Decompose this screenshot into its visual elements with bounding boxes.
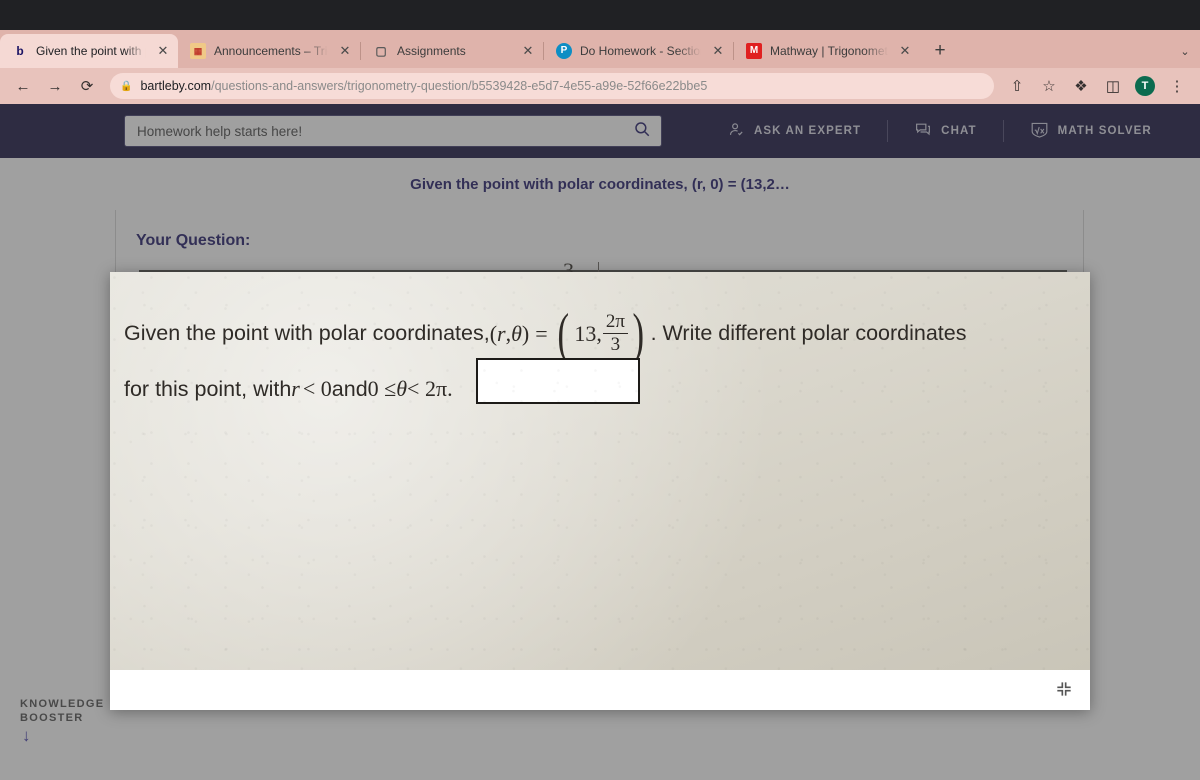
answer-input-box[interactable] (476, 358, 640, 404)
main-content: Your Question: 3 KNOWLEDGE BOOSTER ↓ ➤ ➤… (0, 104, 1200, 780)
line2-condition-2b: < 2π (407, 376, 448, 402)
tab-close-button[interactable]: ✕ (709, 42, 727, 60)
tab-close-button[interactable]: ✕ (896, 42, 914, 60)
tab-close-button[interactable]: ✕ (336, 42, 354, 60)
big-paren-open: ( (557, 303, 569, 365)
reload-button[interactable]: ⟳ (72, 71, 102, 101)
pearson-p-icon: P (556, 43, 572, 59)
forward-button[interactable]: → (40, 71, 70, 101)
line2-period: . (447, 376, 453, 402)
url-domain: bartleby.com (140, 79, 212, 93)
avatar-initial: T (1135, 76, 1155, 96)
line1-var-theta: θ (511, 321, 522, 347)
line2-condition-1: < 0 (302, 376, 332, 402)
fraction-denominator: 3 (610, 334, 621, 356)
browser-tab-2[interactable]: ▢ Assignments ✕ (361, 34, 543, 68)
line2-and: and (331, 376, 368, 401)
page-content: Homework help starts here! ASK AN E (0, 104, 1200, 780)
bookmark-star-icon[interactable]: ☆ (1034, 71, 1064, 101)
tab-close-button[interactable]: ✕ (519, 42, 537, 60)
browser-toolbar: ← → ⟳ 🔒 bartleby.com/questions-and-answe… (0, 68, 1200, 104)
share-icon[interactable]: ⇧ (1002, 71, 1032, 101)
question-image[interactable]: Given the point with polar coordinates, … (110, 272, 1090, 670)
tab-title: Assignments (397, 44, 466, 58)
tab-strip: b Given the point with polar coor ✕ ▦ An… (0, 30, 1200, 68)
bartleby-b-icon: b (16, 44, 24, 58)
mathway-m-icon: M (746, 43, 762, 59)
tab-close-button[interactable]: ✕ (154, 42, 172, 60)
line1-var-r: r (497, 321, 506, 347)
line2-var-theta: θ (396, 376, 408, 402)
address-bar-url: bartleby.com/questions-and-answers/trigo… (140, 79, 707, 93)
collapse-arrows-icon[interactable] (1054, 679, 1076, 701)
browser-tab-4[interactable]: M Mathway | Trigonometry Proble ✕ (734, 34, 920, 68)
line1-text-pre: Given the point with polar coordinates, (124, 321, 490, 346)
address-bar[interactable]: 🔒 bartleby.com/questions-and-answers/tri… (110, 73, 994, 99)
new-tab-button[interactable]: + (926, 37, 954, 65)
browser-tab-0[interactable]: b Given the point with polar coor ✕ (0, 34, 178, 68)
line2-condition-2a: 0 ≤ (367, 376, 397, 402)
line1-value: 13, (574, 321, 602, 347)
back-button[interactable]: ← (8, 71, 38, 101)
line1-paren-open: ( (489, 321, 498, 347)
tab-search-chevron-down-icon[interactable]: ⌄ (1170, 36, 1200, 66)
browser-window: b Given the point with polar coor ✕ ▦ An… (0, 0, 1200, 780)
lock-icon: 🔒 (120, 80, 133, 92)
tab-title: Announcements – Trigonometr (214, 44, 328, 58)
extensions-puzzle-icon[interactable]: ❖ (1066, 71, 1096, 101)
url-path: /questions-and-answers/trigonometry-ques… (211, 79, 708, 93)
browser-tab-1[interactable]: ▦ Announcements – Trigonometr ✕ (178, 34, 360, 68)
fraction-numerator: 2π (605, 311, 625, 332)
tab-title: Do Homework - Section 10.4 (580, 44, 701, 58)
profile-avatar[interactable]: T (1130, 71, 1160, 101)
toolbar-actions: ⇧ ☆ ❖ ◫ T ⋮ (1002, 71, 1192, 101)
fraction-2pi-over-3: 2π 3 (602, 311, 628, 356)
document-icon: ▢ (375, 44, 387, 58)
big-paren-close: ) (632, 303, 645, 365)
viewer-toolbar (110, 670, 1090, 710)
browser-tab-3[interactable]: P Do Homework - Section 10.4 ✕ (544, 34, 733, 68)
line1-equals: = (535, 321, 548, 347)
question-image-viewer: Given the point with polar coordinates, … (110, 272, 1090, 710)
tab-title: Mathway | Trigonometry Proble (770, 44, 888, 58)
canvas-icon: ▦ (190, 43, 206, 59)
tab-title: Given the point with polar coor (36, 44, 146, 58)
browser-menu-icon[interactable]: ⋮ (1162, 71, 1192, 101)
problem-line-1: Given the point with polar coordinates, … (124, 303, 1074, 365)
window-titlebar (0, 0, 1200, 30)
line2-text-pre: for this point, with (124, 376, 292, 401)
line2-var-r: r (291, 376, 300, 402)
side-panel-icon[interactable]: ◫ (1098, 71, 1128, 101)
line1-text-post: . Write different polar coordinates (650, 321, 967, 346)
line1-paren-close: ) (521, 321, 530, 347)
